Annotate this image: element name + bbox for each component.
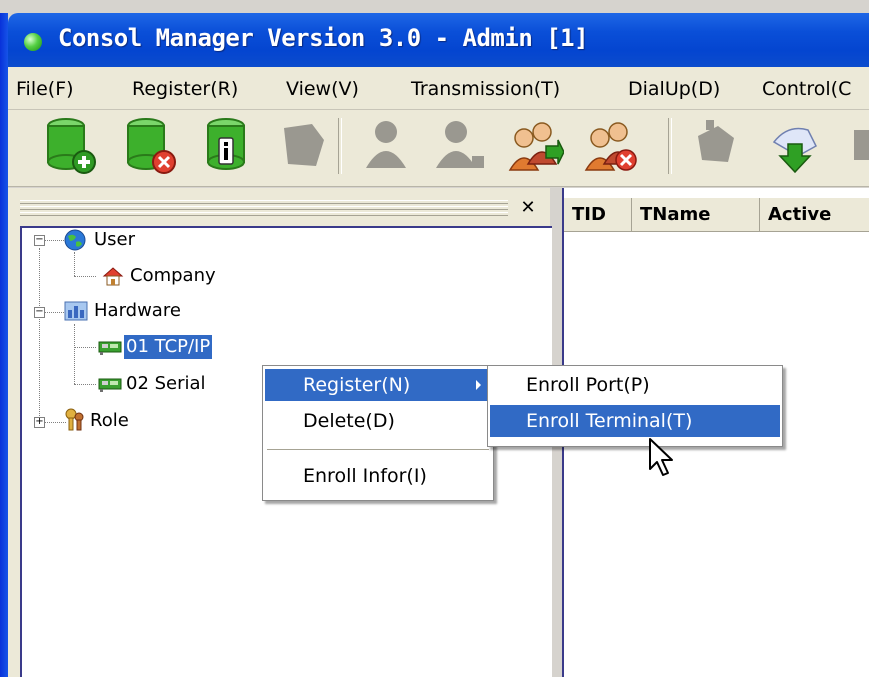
tree-line — [74, 324, 75, 384]
users-delete-icon[interactable] — [584, 116, 640, 176]
app-window: Consol Manager Version 3.0 - Admin [1] F… — [0, 0, 869, 677]
mouse-cursor-icon — [649, 438, 673, 476]
menu-file[interactable]: File(F) — [16, 78, 74, 100]
tree-line — [74, 384, 96, 385]
expand-role-icon[interactable]: + — [34, 417, 45, 428]
db-info-icon[interactable] — [202, 116, 258, 176]
tree-line — [44, 312, 66, 313]
tree-node-serial[interactable]: 02 Serial — [126, 373, 206, 394]
tree-node-company[interactable]: Company — [130, 265, 216, 286]
tree-line — [44, 240, 66, 241]
column-header-tname[interactable]: TName — [632, 198, 760, 232]
toolbar — [8, 110, 869, 187]
tree-line — [44, 422, 66, 423]
title-bar[interactable]: Consol Manager Version 3.0 - Admin [1] — [8, 13, 869, 67]
menu-control[interactable]: Control(C — [762, 78, 851, 100]
app-icon — [24, 33, 42, 51]
tree-line — [74, 252, 75, 276]
window-title: Consol Manager Version 3.0 - Admin [1] — [58, 24, 589, 52]
user-disabled-icon[interactable] — [360, 116, 416, 176]
menu-item-enroll-terminal[interactable]: Enroll Terminal(T) — [490, 405, 780, 437]
menu-item-enroll-port[interactable]: Enroll Port(P) — [490, 369, 780, 401]
user-disabled-icon-2[interactable] — [434, 116, 490, 176]
menu-item-register-label: Register(N) — [303, 374, 411, 396]
tree-node-user[interactable]: User — [94, 229, 135, 250]
menu-dialup[interactable]: DialUp(D) — [628, 78, 720, 100]
tree-node-role[interactable]: Role — [90, 410, 129, 431]
panel-grip[interactable] — [20, 200, 508, 218]
toolbar-separator — [338, 118, 342, 174]
globe-icon — [64, 229, 86, 251]
extra-icon[interactable] — [848, 116, 869, 176]
network-icon — [64, 301, 88, 321]
transfer-disabled-icon[interactable] — [688, 116, 744, 176]
column-header-tid[interactable]: TID — [564, 198, 632, 232]
context-menu: Register(N) Delete(D) Enroll Infor(I) — [262, 365, 494, 501]
network-card-icon — [98, 341, 122, 355]
house-icon — [102, 267, 124, 286]
menu-register[interactable]: Register(R) — [132, 78, 238, 100]
menu-item-enroll-infor[interactable]: Enroll Infor(I) — [265, 460, 491, 492]
menu-bar: File(F) Register(R) View(V) Transmission… — [8, 67, 869, 110]
menu-transmission[interactable]: Transmission(T) — [411, 78, 560, 100]
window-border — [0, 13, 8, 677]
collapse-user-icon[interactable]: − — [34, 235, 45, 246]
menu-view[interactable]: View(V) — [286, 78, 359, 100]
tree-line — [39, 248, 40, 312]
disabled-icon[interactable] — [276, 116, 332, 176]
db-add-icon[interactable] — [42, 116, 98, 176]
tree-node-hardware[interactable]: Hardware — [94, 300, 181, 321]
tree-line — [39, 314, 40, 424]
menu-item-delete[interactable]: Delete(D) — [265, 405, 491, 437]
register-submenu: Enroll Port(P) Enroll Terminal(T) — [487, 365, 783, 447]
column-header-active[interactable]: Active — [760, 198, 869, 232]
download-icon[interactable] — [768, 116, 824, 176]
menu-separator — [267, 449, 489, 450]
toolbar-separator-2 — [668, 118, 672, 174]
db-delete-icon[interactable] — [122, 116, 178, 176]
serial-card-icon — [98, 378, 122, 392]
tree-line — [74, 347, 96, 348]
close-icon[interactable]: ✕ — [516, 198, 540, 220]
submenu-arrow-icon — [476, 380, 481, 390]
collapse-hardware-icon[interactable]: − — [34, 307, 45, 318]
users-add-icon[interactable] — [508, 116, 564, 176]
keys-icon — [65, 408, 84, 431]
tree-line — [74, 276, 96, 277]
tree-node-tcpip[interactable]: 01 TCP/IP — [124, 335, 213, 359]
menu-item-register[interactable]: Register(N) — [265, 369, 491, 401]
